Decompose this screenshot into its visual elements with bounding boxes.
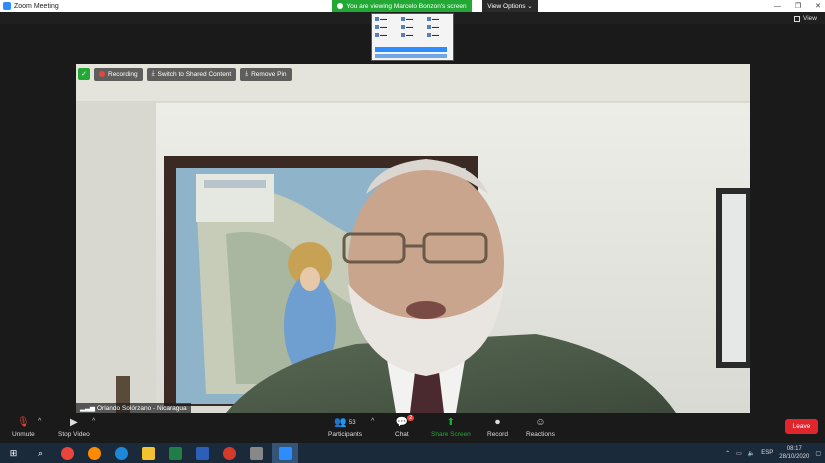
recording-indicator[interactable]: Recording (94, 67, 143, 81)
view-options-button[interactable]: View Options ⌄ (482, 0, 538, 12)
clock-date: 28/10/2020 (779, 454, 810, 460)
participants-count: 53 (348, 419, 356, 426)
windows-start-icon[interactable]: ⊞ (7, 447, 20, 460)
remove-pin-button[interactable]: ⤓ Remove Pin (240, 67, 292, 81)
zoom-taskbar-button[interactable] (272, 443, 298, 463)
speaker-video (76, 64, 750, 413)
view-label: View (803, 15, 817, 22)
view-options-label: View Options ⌄ (487, 3, 533, 10)
grid-view-icon (794, 15, 801, 22)
muted-microphone-icon: 🎙 (17, 417, 30, 428)
tray-chevron-icon[interactable]: ⌃ (725, 450, 730, 457)
participant-name: Orlando Solórzano - Nicaragua (97, 404, 187, 412)
remove-pin-label: Remove Pin (251, 70, 287, 78)
leave-button[interactable]: Leave (785, 419, 818, 434)
share-screen-label: Share Screen (431, 431, 471, 438)
system-tray: ⌃ ▭ 🔈 ESP 08:17 28/10/2020 ▢ (725, 443, 821, 463)
unmute-button[interactable]: 🎙 Unmute (12, 416, 35, 438)
banner-text: You are viewing Marcelo Bonzon's screen (346, 2, 467, 10)
thumbnail-cell: ▬▬ (401, 32, 424, 38)
record-button[interactable]: ⏺ Record (487, 416, 508, 438)
word-icon[interactable] (196, 446, 209, 460)
firefox-icon[interactable] (88, 446, 101, 460)
thumbnail-cell: ▬▬ (375, 24, 398, 30)
screen-share-banner: You are viewing Marcelo Bonzon's screen (332, 0, 472, 12)
video-camera-icon: ▶ (69, 417, 78, 428)
switch-shared-label: Switch to Shared Content (157, 70, 232, 78)
thumbnail-cell: ▬▬ (375, 16, 398, 22)
signal-strength-icon: ▂▃▅ (80, 405, 95, 412)
thumbnail-cell: ▬▬ (427, 32, 450, 38)
record-icon: ⏺ (494, 417, 500, 428)
minimize-button[interactable]: — (774, 3, 781, 10)
window-title: Zoom Meeting (14, 2, 59, 10)
volume-icon[interactable]: 🔈 (748, 450, 755, 457)
participants-button[interactable]: 👥 53 Participants (328, 416, 362, 438)
thumbnail-cell: ▬▬ (401, 24, 424, 30)
thumbnail-content: ▬▬ ▬▬ ▬▬ ▬▬ ▬▬ ▬▬ ▬▬ ▬▬ ▬▬ (372, 14, 453, 40)
file-explorer-icon[interactable] (142, 446, 155, 460)
participants-chevron-icon[interactable]: ^ (371, 418, 374, 425)
acrobat-icon[interactable] (223, 446, 236, 460)
chat-icon: 💬 2 (395, 415, 415, 428)
windows-taskbar: ⊞ ⌕ (0, 443, 825, 463)
chat-button[interactable]: 💬 2 Chat (395, 415, 415, 438)
reactions-label: Reactions (526, 431, 555, 438)
chat-badge: 2 (407, 415, 415, 421)
zoom-app-icon (3, 2, 11, 10)
video-frame-illustration (76, 64, 750, 413)
thumbnail-cell: ▬▬ (375, 32, 398, 38)
leave-label: Leave (792, 423, 811, 430)
thumbnail-cell: ▬▬ (427, 16, 450, 22)
unmute-label: Unmute (12, 431, 35, 438)
share-screen-button[interactable]: ⬆ Share Screen (431, 416, 471, 438)
participants-icon: 👥 53 (334, 417, 356, 428)
stop-video-label: Stop Video (58, 431, 90, 438)
thumbnail-bar (375, 47, 447, 52)
network-icon[interactable]: ▭ (736, 450, 742, 457)
excel-icon[interactable] (169, 446, 182, 460)
stop-video-button[interactable]: ▶ Stop Video (58, 416, 90, 438)
record-label: Record (487, 431, 508, 438)
audio-options-chevron-icon[interactable]: ^ (38, 418, 41, 425)
chrome-icon[interactable] (61, 446, 74, 460)
reactions-button[interactable]: ☺ Reactions (526, 416, 555, 438)
search-icon[interactable]: ⌕ (34, 447, 47, 460)
language-indicator[interactable]: ESP (761, 450, 773, 456)
thumbnail-bar (375, 54, 447, 58)
close-button[interactable]: ✕ (815, 2, 821, 10)
thumbnail-cell: ▬▬ (427, 24, 450, 30)
share-screen-icon: ⬆ (446, 417, 456, 428)
participant-name-tag: ▂▃▅ Orlando Solórzano - Nicaragua (76, 403, 191, 413)
switch-to-shared-content-button[interactable]: ⤓ Switch to Shared Content (146, 67, 237, 81)
app-icon[interactable] (250, 446, 263, 460)
thumbnail-cell: ▬▬ (401, 16, 424, 22)
chat-label: Chat (395, 431, 409, 438)
video-controls: ✓ Recording ⤓ Switch to Shared Content ⤓… (78, 67, 292, 81)
recording-dot-icon (99, 71, 105, 77)
clock-time: 08:17 (786, 446, 802, 452)
reactions-icon: ☺ (535, 417, 546, 428)
window-controls: — ❐ ✕ (774, 0, 821, 12)
download-icon: ⤓ (151, 70, 155, 77)
pin-icon: ⤓ (245, 70, 249, 77)
share-status-icon (337, 3, 344, 9)
video-options-chevron-icon[interactable]: ^ (92, 418, 95, 425)
edge-icon[interactable] (115, 446, 128, 460)
system-clock[interactable]: 08:17 28/10/2020 (779, 445, 809, 461)
participants-label: Participants (328, 431, 362, 438)
shared-screen-thumbnail[interactable]: ▬▬ ▬▬ ▬▬ ▬▬ ▬▬ ▬▬ ▬▬ ▬▬ ▬▬ (371, 13, 454, 61)
recording-label: Recording (108, 70, 138, 78)
maximize-button[interactable]: ❐ (795, 2, 801, 10)
meeting-toolbar: 🎙 Unmute ^ ▶ Stop Video ^ 👥 53 Participa… (0, 413, 825, 443)
security-shield-icon[interactable]: ✓ (78, 68, 90, 80)
zoom-taskbar-icon (278, 446, 292, 460)
view-button[interactable]: View (794, 15, 817, 22)
notifications-icon[interactable]: ▢ (815, 450, 821, 457)
